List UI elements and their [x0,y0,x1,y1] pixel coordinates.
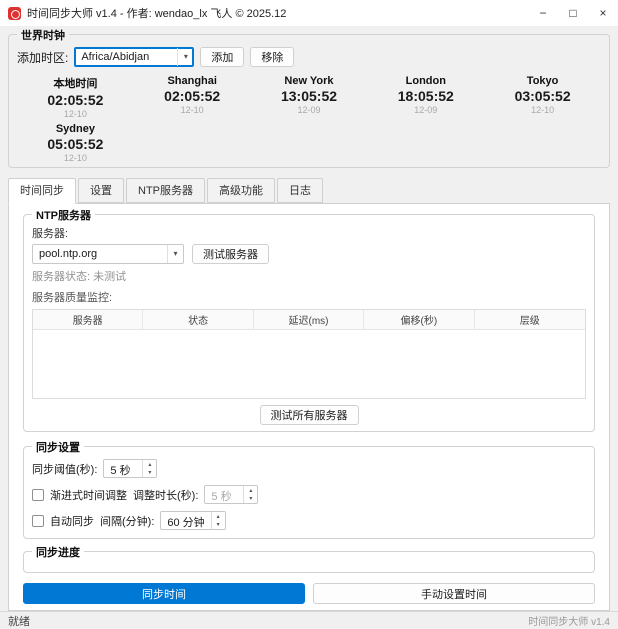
manual-set-time-button[interactable]: 手动设置时间 [313,583,595,604]
timezone-value: Africa/Abidjan [75,51,177,63]
world-clock-group: 世界时钟 添加时区: Africa/Abidjan ▾ 添加 移除 本地时间 0… [8,34,610,168]
clock-name: New York [251,75,368,87]
spin-down-icon[interactable]: ▾ [212,521,225,529]
sync-time-button[interactable]: 同步时间 [23,583,305,604]
clock-local: 本地时间 02:05:52 12-10 [17,75,134,119]
remove-timezone-button[interactable]: 移除 [250,47,294,67]
app-window: 时间同步大师 v1.4 - 作者: wendao_lx 飞人 © 2025.12… [0,0,618,500]
ntp-server-group: NTP服务器 服务器: pool.ntp.org ▾ 测试服务器 服务器状态: … [23,214,595,432]
clock-date: 12-10 [17,109,134,119]
tab-advanced[interactable]: 高级功能 [207,178,275,203]
clock-date: 12-09 [367,105,484,115]
clock-sydney: Sydney 05:05:52 12-10 [17,123,134,163]
clock-time: 02:05:52 [134,88,251,104]
threshold-value: 5 秒 [104,460,142,477]
col-status[interactable]: 状态 [143,310,253,329]
tab-bar: 时间同步 设置 NTP服务器 高级功能 日志 [8,178,610,203]
chevron-down-icon: ▾ [167,245,183,263]
clock-date: 12-10 [17,153,134,163]
app-icon [8,7,21,20]
threshold-spinner[interactable]: 5 秒 ▴ ▾ [103,459,157,478]
clock-shanghai: Shanghai 02:05:52 12-10 [134,75,251,119]
spinner-arrows-icon[interactable]: ▴ ▾ [142,460,156,477]
gradual-duration-label: 调整时长(秒): [133,487,198,503]
window-title: 时间同步大师 v1.4 - 作者: wendao_lx 飞人 © 2025.12 [27,5,528,21]
server-status-text: 服务器状态: 未测试 [32,268,586,284]
status-ready-text: 就绪 [8,613,30,629]
timezone-combobox[interactable]: Africa/Abidjan ▾ [74,47,194,67]
server-quality-table: 服务器 状态 延迟(ms) 偏移(秒) 层级 [32,309,586,399]
table-header-row: 服务器 状态 延迟(ms) 偏移(秒) 层级 [33,310,585,330]
auto-sync-label: 自动同步 [50,513,94,529]
clock-london: London 18:05:52 12-09 [367,75,484,119]
clock-tokyo: Tokyo 03:05:52 12-10 [484,75,601,119]
clock-name: London [367,75,484,87]
clock-date: 12-10 [484,105,601,115]
clock-name: 本地时间 [17,75,134,91]
ntp-server-value: pool.ntp.org [33,248,167,260]
ntp-group-title: NTP服务器 [32,207,95,223]
clock-time: 02:05:52 [17,92,134,108]
spinner-arrows-icon[interactable]: ▴ ▾ [211,512,225,529]
chevron-down-icon: ▾ [177,48,193,66]
clock-name: Shanghai [134,75,251,87]
clock-time: 18:05:52 [367,88,484,104]
col-stratum[interactable]: 层级 [475,310,585,329]
threshold-label: 同步阈值(秒): [32,461,97,477]
gradual-duration-spinner[interactable]: 5 秒 ▴ ▾ [204,485,258,504]
sync-settings-title: 同步设置 [32,439,84,455]
clock-date: 12-09 [251,105,368,115]
sync-progress-group: 同步进度 [23,551,595,573]
status-app-version: 时间同步大师 v1.4 [528,613,610,628]
time-sync-panel: NTP服务器 服务器: pool.ntp.org ▾ 测试服务器 服务器状态: … [8,203,610,611]
test-all-servers-button[interactable]: 测试所有服务器 [260,405,359,425]
close-icon[interactable]: × [588,0,618,26]
auto-sync-checkbox[interactable] [32,515,44,527]
world-clock-title: 世界时钟 [17,27,69,43]
tab-ntp-server[interactable]: NTP服务器 [126,178,205,203]
clock-new-york: New York 13:05:52 12-09 [251,75,368,119]
clock-name: Tokyo [484,75,601,87]
gradual-duration-value: 5 秒 [205,486,243,503]
title-bar: 时间同步大师 v1.4 - 作者: wendao_lx 飞人 © 2025.12… [0,0,618,26]
tab-log[interactable]: 日志 [277,178,323,203]
tab-settings[interactable]: 设置 [78,178,124,203]
auto-interval-label: 间隔(分钟): [100,513,154,529]
clock-time: 13:05:52 [251,88,368,104]
add-timezone-label: 添加时区: [17,49,68,66]
ntp-server-combobox[interactable]: pool.ntp.org ▾ [32,244,184,264]
col-server[interactable]: 服务器 [33,310,143,329]
clock-time: 05:05:52 [17,136,134,152]
clock-date: 12-10 [134,105,251,115]
action-buttons-row: 同步时间 手动设置时间 [23,583,595,604]
clock-grid: 本地时间 02:05:52 12-10 Shanghai 02:05:52 12… [17,75,601,163]
gradual-adjust-label: 渐进式时间调整 [50,487,127,503]
status-bar: 就绪 时间同步大师 v1.4 [0,611,618,629]
auto-interval-value: 60 分钟 [161,512,210,529]
spinner-arrows-icon[interactable]: ▴ ▾ [243,486,257,503]
spin-down-icon[interactable]: ▾ [143,469,156,477]
sync-progress-title: 同步进度 [32,544,84,560]
clock-time: 03:05:52 [484,88,601,104]
col-offset[interactable]: 偏移(秒) [364,310,474,329]
clock-name: Sydney [17,123,134,135]
spin-up-icon[interactable]: ▴ [212,513,225,521]
col-latency[interactable]: 延迟(ms) [254,310,364,329]
test-server-button[interactable]: 测试服务器 [192,244,269,264]
sync-settings-group: 同步设置 同步阈值(秒): 5 秒 ▴ ▾ 渐进式时间调整 调整时长(秒): 5… [23,446,595,539]
spin-up-icon[interactable]: ▴ [244,487,257,495]
table-body-empty [33,330,585,398]
add-timezone-button[interactable]: 添加 [200,47,244,67]
tab-time-sync[interactable]: 时间同步 [8,178,76,204]
spin-down-icon[interactable]: ▾ [244,495,257,503]
gradual-adjust-checkbox[interactable] [32,489,44,501]
auto-interval-spinner[interactable]: 60 分钟 ▴ ▾ [160,511,225,530]
server-monitor-label: 服务器质量监控: [32,289,586,305]
server-label: 服务器: [32,225,586,241]
minimize-icon[interactable]: − [528,0,558,26]
spin-up-icon[interactable]: ▴ [143,461,156,469]
maximize-icon[interactable]: □ [558,0,588,26]
